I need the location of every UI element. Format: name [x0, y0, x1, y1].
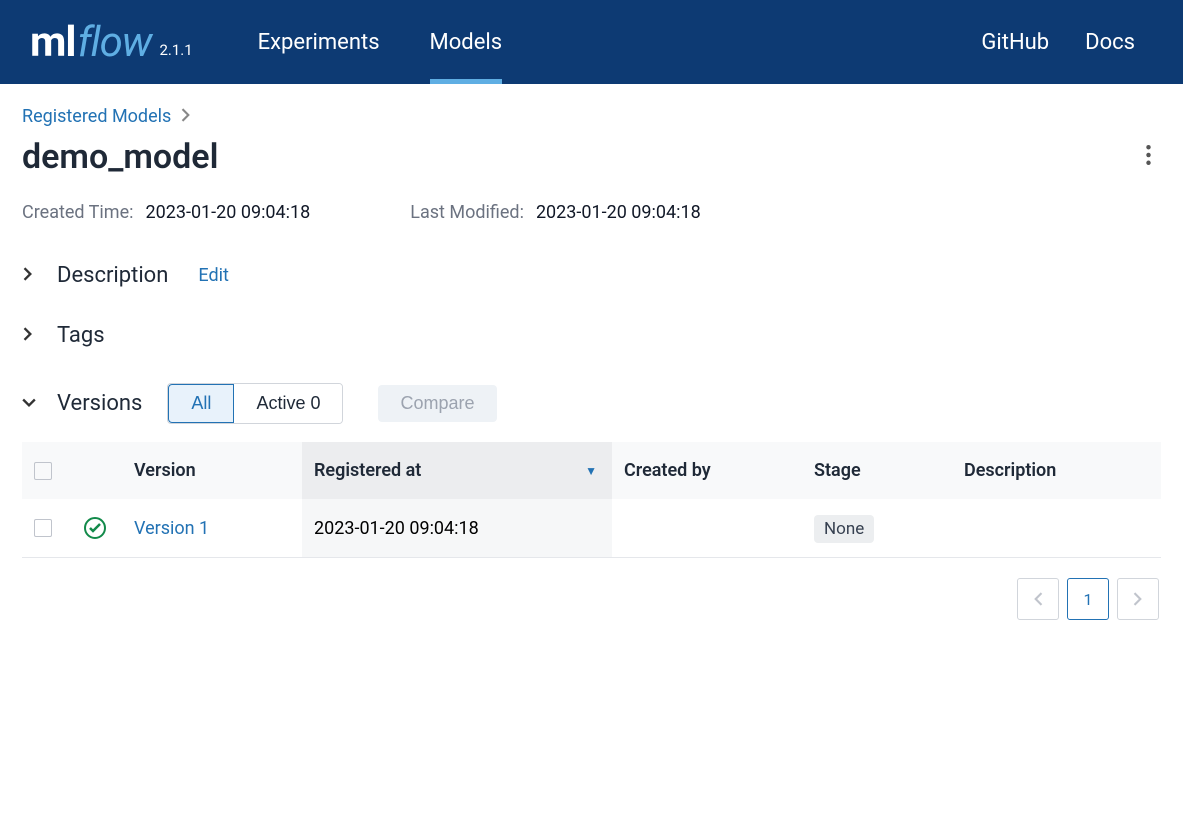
page-title: demo_model [22, 137, 218, 177]
filter-active-button[interactable]: Active 0 [234, 384, 342, 423]
more-menu-icon[interactable] [1136, 140, 1161, 175]
column-stage[interactable]: Stage [802, 442, 952, 499]
page-next-button[interactable] [1117, 578, 1159, 620]
tags-section: Tags [22, 323, 1161, 348]
cell-registered-at: 2023-01-20 09:04:18 [302, 499, 612, 558]
compare-button[interactable]: Compare [378, 385, 496, 422]
meta-row: Created Time: 2023-01-20 09:04:18 Last M… [22, 202, 1161, 223]
column-registered-at[interactable]: Registered at ▼ [302, 442, 612, 499]
nav-models[interactable]: Models [405, 0, 528, 84]
pagination: 1 [22, 578, 1161, 620]
table-row: Version 1 2023-01-20 09:04:18 None [22, 499, 1161, 558]
column-registered-at-label: Registered at [314, 460, 421, 481]
created-time-label: Created Time: [22, 202, 134, 223]
logo-ml: ml [30, 18, 76, 67]
breadcrumb-link-root[interactable]: Registered Models [22, 106, 171, 127]
page-1-button[interactable]: 1 [1067, 578, 1109, 620]
last-modified-value: 2023-01-20 09:04:18 [536, 202, 701, 223]
sort-desc-icon: ▼ [585, 464, 597, 478]
edit-link[interactable]: Edit [198, 265, 228, 286]
chevron-right-icon[interactable] [22, 326, 42, 345]
page-prev-button[interactable] [1017, 578, 1059, 620]
link-docs[interactable]: Docs [1067, 30, 1153, 55]
column-description[interactable]: Description [952, 442, 1161, 499]
description-section: Description Edit [22, 263, 1161, 288]
app-header: ml flow 2.1.1 Experiments Models GitHub … [0, 0, 1183, 84]
version-label: 2.1.1 [159, 41, 192, 59]
chevron-right-icon [181, 107, 191, 126]
link-github[interactable]: GitHub [963, 30, 1067, 55]
select-all-checkbox[interactable] [34, 462, 52, 480]
breadcrumb: Registered Models [22, 106, 1161, 127]
chevron-down-icon[interactable] [22, 394, 42, 413]
column-created-by[interactable]: Created by [612, 442, 802, 499]
cell-description [952, 499, 1161, 558]
logo-flow: flow [78, 18, 152, 67]
cell-created-by [612, 499, 802, 558]
versions-section-header: Versions All Active 0 Compare [22, 383, 1161, 424]
chevron-right-icon[interactable] [22, 266, 42, 285]
nav-experiments[interactable]: Experiments [233, 0, 405, 84]
row-checkbox[interactable] [34, 519, 52, 537]
versions-title: Versions [57, 391, 142, 416]
status-ready-icon [84, 517, 106, 539]
version-filter-toggle: All Active 0 [167, 383, 343, 424]
logo[interactable]: ml flow 2.1.1 [30, 18, 193, 67]
last-modified-label: Last Modified: [410, 202, 524, 223]
column-version[interactable]: Version [122, 442, 302, 499]
versions-table: Version Registered at ▼ Created by Stage… [22, 442, 1161, 558]
filter-all-button[interactable]: All [168, 384, 234, 423]
stage-badge: None [814, 515, 874, 543]
description-title: Description [57, 263, 168, 288]
created-time-value: 2023-01-20 09:04:18 [146, 202, 311, 223]
version-link[interactable]: Version 1 [134, 518, 209, 539]
tags-title: Tags [57, 323, 105, 348]
